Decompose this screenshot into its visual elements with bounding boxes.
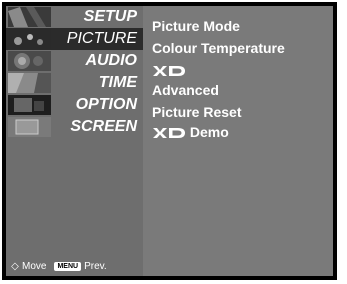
xd-logo [153, 66, 185, 77]
option-xd-demo[interactable]: Demo [152, 124, 229, 140]
option-thumb-icon [8, 95, 51, 115]
tv-osd-frame: SETUP PICTURE AUDIO TIME OPTION SCREEN ◇… [2, 2, 337, 280]
option-label: Picture Mode [152, 18, 240, 34]
screen-thumb-icon [8, 117, 51, 137]
menu-item-picture[interactable]: PICTURE [6, 28, 143, 50]
picture-submenu: Picture Mode Colour Temperature Advanced… [143, 6, 333, 276]
picture-thumb-icon [8, 29, 51, 49]
prev-hint-label: Prev. [84, 261, 107, 272]
main-menu-sidebar: SETUP PICTURE AUDIO TIME OPTION SCREEN ◇… [6, 6, 143, 276]
setup-thumb-icon [8, 7, 51, 27]
diamond-arrows-icon: ◇ [11, 261, 19, 272]
menu-item-audio[interactable]: AUDIO [6, 50, 143, 72]
audio-thumb-icon [8, 51, 51, 71]
menu-item-setup[interactable]: SETUP [6, 6, 143, 28]
navigation-hint: ◇ Move MENU Prev. [10, 261, 107, 272]
option-xd[interactable] [152, 62, 186, 78]
option-label: Demo [189, 124, 229, 140]
option-picture-mode[interactable]: Picture Mode [152, 18, 240, 34]
menu-item-label: SCREEN [70, 118, 137, 135]
option-label: Colour Temperature [152, 40, 285, 56]
option-colour-temperature[interactable]: Colour Temperature [152, 40, 285, 56]
option-advanced[interactable]: Advanced [152, 82, 219, 98]
menu-item-label: TIME [98, 74, 137, 91]
menu-item-label: SETUP [83, 8, 137, 25]
option-picture-reset[interactable]: Picture Reset [152, 104, 241, 120]
menu-item-label: OPTION [75, 96, 137, 113]
time-thumb-icon [8, 73, 51, 93]
xd-logo [153, 128, 185, 139]
menu-item-option[interactable]: OPTION [6, 94, 143, 116]
move-hint-label: Move [22, 261, 47, 272]
option-label: Picture Reset [152, 104, 242, 120]
menu-item-time[interactable]: TIME [6, 72, 143, 94]
menu-key-icon: MENU [54, 262, 82, 271]
menu-item-label: PICTURE [66, 30, 137, 47]
option-label: Advanced [152, 82, 219, 98]
menu-item-screen[interactable]: SCREEN [6, 116, 143, 138]
menu-item-label: AUDIO [85, 52, 137, 69]
